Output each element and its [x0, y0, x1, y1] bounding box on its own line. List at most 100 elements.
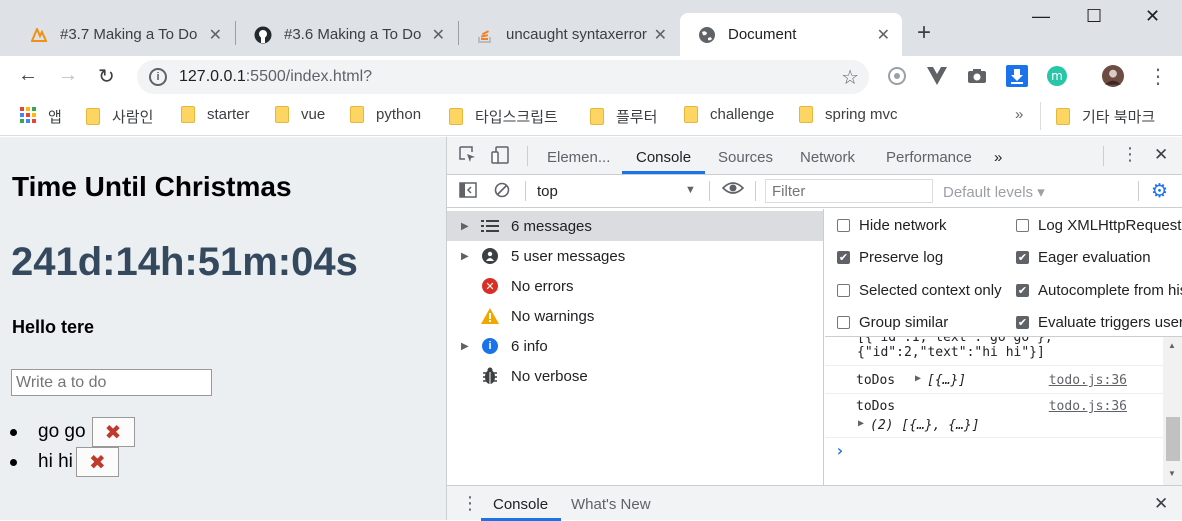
window-close-icon[interactable]: ✕ [1145, 6, 1160, 27]
extension-icon[interactable] [886, 65, 908, 87]
option-label: Hide network [859, 217, 947, 234]
checkbox[interactable] [837, 284, 850, 297]
source-link[interactable]: todo.js:36 [1049, 399, 1127, 414]
checkbox-checked[interactable]: ✔ [1016, 251, 1029, 264]
option-preserve-log[interactable]: ✔ Preserve log [837, 249, 943, 266]
close-icon[interactable]: ✕ [654, 25, 667, 45]
dropdown-arrow-icon[interactable]: ▼ [685, 184, 696, 196]
sidebar-item-messages[interactable]: ▶ 6 messages [447, 211, 823, 241]
settings-column-right: Log XMLHttpRequests ✔ Eager evaluation ✔ A… [1015, 209, 1182, 337]
avatar[interactable] [1102, 65, 1124, 87]
bookmark-apps[interactable]: 앱 [20, 106, 62, 127]
settings-gear-icon[interactable]: ⚙ [1151, 180, 1168, 203]
log-levels-dropdown[interactable]: Default levels ▾ [943, 183, 1045, 201]
url-text[interactable]: 127.0.0.1:5500/index.html? [179, 68, 372, 86]
bookmark-folder[interactable]: challenge [684, 106, 774, 123]
vue-devtools-icon[interactable] [926, 65, 948, 87]
download-icon[interactable] [1006, 65, 1028, 87]
delete-todo-button[interactable]: ✖ [91, 417, 135, 447]
clear-console-icon[interactable] [494, 182, 510, 203]
bookmark-folder[interactable]: vue [275, 106, 325, 123]
context-selector[interactable]: top [537, 183, 558, 200]
bookmark-folder-other[interactable]: 기타 북마크 [1056, 106, 1155, 127]
browser-tab[interactable]: #3.6 Making a To Do ✕ [236, 13, 457, 56]
new-tab-button[interactable]: + [917, 19, 931, 47]
option-selected-context[interactable]: Selected context only [837, 282, 1002, 299]
drawer-menu-icon[interactable]: ⋮ [461, 493, 479, 514]
expand-arrow-icon[interactable]: ▶ [461, 251, 469, 262]
tab-elements[interactable]: Elemen... [547, 149, 610, 166]
sidebar-item-warnings[interactable]: No warnings [447, 301, 823, 331]
expand-arrow-icon[interactable]: ▶ [915, 373, 921, 384]
extension-m-icon[interactable]: m [1046, 65, 1068, 87]
scroll-up-arrow-icon[interactable]: ▲ [1168, 341, 1176, 350]
close-icon[interactable]: ✕ [209, 25, 222, 45]
drawer-tab-console[interactable]: Console [493, 496, 548, 513]
browser-tab-active[interactable]: Document ✕ [680, 13, 902, 56]
source-link[interactable]: todo.js:36 [1049, 373, 1127, 388]
camera-icon[interactable] [966, 65, 988, 87]
close-drawer-icon[interactable]: ✕ [1154, 494, 1168, 514]
tab-performance[interactable]: Performance [886, 149, 972, 166]
sidebar-item-errors[interactable]: ✕ No errors [447, 271, 823, 301]
maximize-icon[interactable]: ☐ [1086, 6, 1102, 27]
checkbox-checked[interactable]: ✔ [1016, 284, 1029, 297]
back-arrow-icon[interactable]: ← [18, 64, 38, 87]
console-scrollbar[interactable]: ▲ ▼ [1163, 337, 1182, 485]
menu-dots-icon[interactable]: ⋮ [1148, 64, 1168, 89]
close-icon[interactable]: ✕ [877, 25, 890, 45]
inspect-element-icon[interactable] [459, 146, 477, 169]
option-autocomplete[interactable]: ✔ Autocomplete from history [1016, 282, 1182, 299]
bookmark-folder[interactable]: 타입스크립트 [449, 106, 558, 127]
sidebar-item-info[interactable]: ▶ i 6 info [447, 331, 823, 361]
todo-input[interactable] [11, 369, 212, 396]
info-icon[interactable]: i [149, 68, 167, 86]
expand-arrow-icon[interactable]: ▶ [461, 341, 469, 352]
bookmark-star-icon[interactable]: ☆ [841, 65, 859, 90]
bookmark-folder[interactable]: spring mvc [799, 106, 898, 123]
filter-input[interactable]: Filter [765, 179, 933, 203]
checkbox[interactable] [837, 219, 850, 232]
forward-arrow-icon[interactable]: → [58, 64, 78, 87]
bookmark-folder[interactable]: python [350, 106, 421, 123]
bookmark-folder[interactable]: 플루터 [590, 106, 657, 127]
option-eval-triggers[interactable]: ✔ Evaluate triggers user activation [1016, 314, 1182, 331]
scrollbar-thumb[interactable] [1166, 417, 1180, 461]
bookmark-folder[interactable]: 사람인 [86, 106, 153, 127]
tab-network[interactable]: Network [800, 149, 855, 166]
expand-arrow-icon[interactable]: ▶ [461, 221, 469, 232]
close-devtools-icon[interactable]: ✕ [1154, 145, 1168, 165]
browser-tab[interactable]: #3.7 Making a To Do ✕ [12, 13, 234, 56]
sidebar-item-user-messages[interactable]: ▶ 5 user messages [447, 241, 823, 271]
sidebar-toggle-icon[interactable] [459, 182, 477, 203]
option-log-xhr[interactable]: Log XMLHttpRequests [1016, 217, 1182, 234]
more-tabs-button[interactable]: » [994, 149, 1002, 166]
browser-tab[interactable]: uncaught syntaxerror ✕ [458, 13, 679, 56]
minimize-icon[interactable]: — [1032, 6, 1050, 27]
checkbox[interactable] [1016, 219, 1029, 232]
option-eager-eval[interactable]: ✔ Eager evaluation [1016, 249, 1151, 266]
expand-arrow-icon[interactable]: ▶ [858, 418, 864, 429]
option-group-similar[interactable]: Group similar [837, 314, 948, 331]
drawer-tab-whats-new[interactable]: What's New [571, 496, 651, 513]
scroll-down-arrow-icon[interactable]: ▼ [1168, 469, 1176, 478]
device-toolbar-icon[interactable] [491, 146, 509, 169]
option-hide-network[interactable]: Hide network [837, 217, 947, 234]
bookmark-folder[interactable]: starter [181, 106, 250, 123]
delete-todo-button[interactable]: ✖ [75, 447, 119, 477]
tab-sources[interactable]: Sources [718, 149, 773, 166]
tab-console[interactable]: Console [636, 149, 691, 166]
bookmarks-overflow-button[interactable]: » [1015, 106, 1023, 123]
checkbox-checked[interactable]: ✔ [837, 251, 850, 264]
address-bar[interactable]: i 127.0.0.1:5500/index.html? ☆ [137, 60, 869, 94]
checkbox[interactable] [837, 316, 850, 329]
checkbox-checked[interactable]: ✔ [1016, 316, 1029, 329]
log-value[interactable]: [{…}] [927, 373, 966, 388]
console-prompt-icon[interactable]: › [835, 441, 1173, 460]
devtools-menu-icon[interactable]: ⋮ [1121, 144, 1139, 165]
reload-icon[interactable]: ↻ [98, 64, 115, 89]
close-icon[interactable]: ✕ [432, 25, 445, 45]
sidebar-item-verbose[interactable]: No verbose [447, 361, 823, 391]
log-value[interactable]: (2) [{…}, {…}] [870, 418, 980, 433]
eye-icon[interactable] [721, 181, 745, 200]
